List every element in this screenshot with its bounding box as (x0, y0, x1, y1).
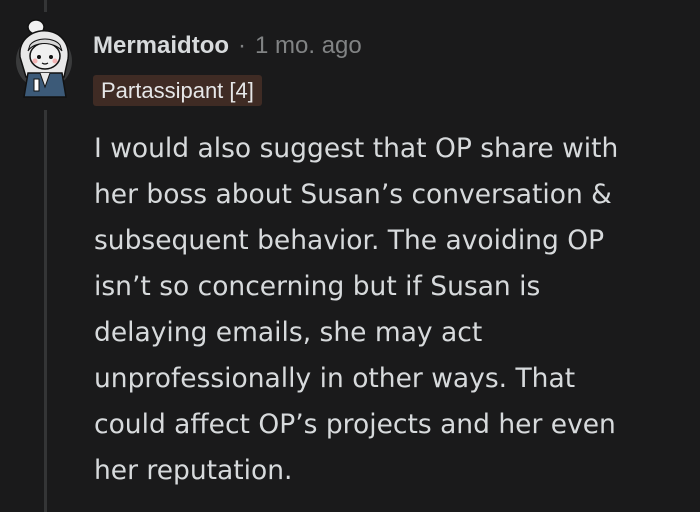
comment-meta: Mermaidtoo · 1 mo. ago (93, 30, 362, 62)
comment-body-line: delaying emails, she may act (94, 317, 483, 348)
comment-body-line: could affect OP’s projects and her even (94, 409, 616, 440)
comment-body-line: subsequent behavior. The avoiding OP (94, 225, 605, 256)
comment-body-line: unprofessionally in other ways. That (94, 363, 576, 394)
comment-body-line: her boss about Susan’s conversation & (94, 179, 612, 210)
meta-separator: · (238, 32, 247, 59)
comment-body-line: I would also suggest that OP share with (94, 133, 619, 164)
comment-timestamp[interactable]: 1 mo. ago (255, 32, 362, 60)
comment-body-line: isn’t so concerning but if Susan is (94, 271, 541, 302)
comment-body: I would also suggest that OP share with … (94, 126, 684, 494)
thread-line-collapse[interactable] (44, 110, 47, 512)
comment-body-line: her reputation. (94, 455, 293, 486)
thread-line-top (44, 0, 47, 12)
user-avatar-icon[interactable] (14, 17, 80, 102)
user-flair-badge: Partassipant [4] (93, 75, 262, 106)
author-username[interactable]: Mermaidtoo (93, 32, 229, 60)
